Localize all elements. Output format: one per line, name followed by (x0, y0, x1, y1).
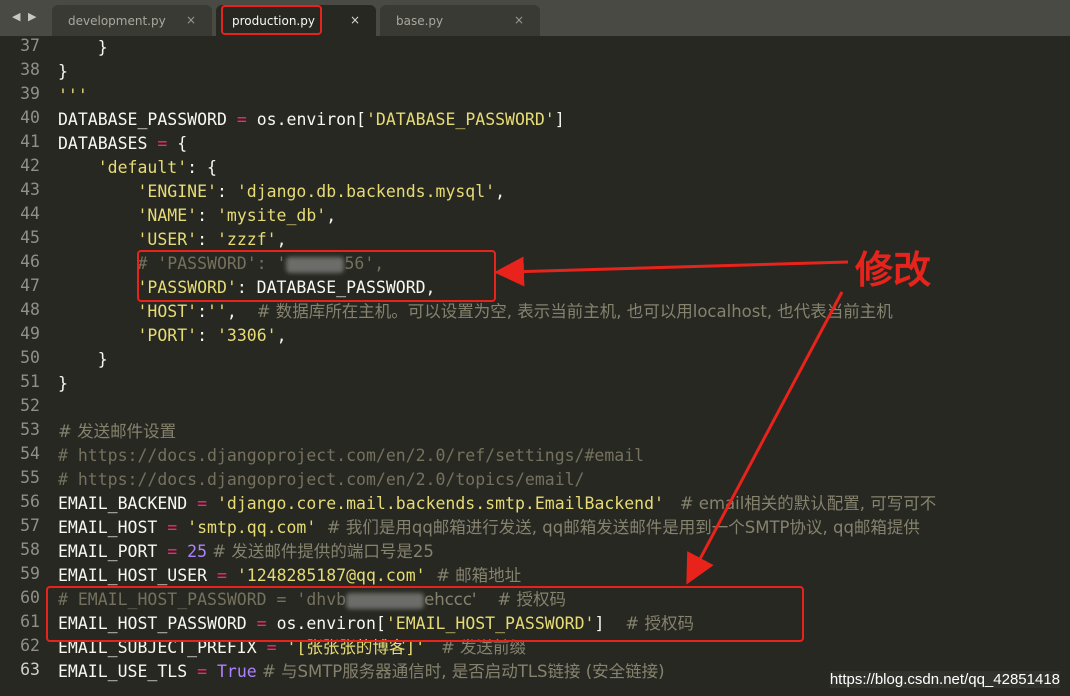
annotation-arrows (494, 256, 849, 585)
annotation-label: 修改 (855, 248, 932, 292)
watermark: https://blog.csdn.net/qq_42851418 (829, 671, 1060, 688)
arrow-to-password (494, 256, 849, 287)
arrow-to-email-password (686, 291, 844, 585)
